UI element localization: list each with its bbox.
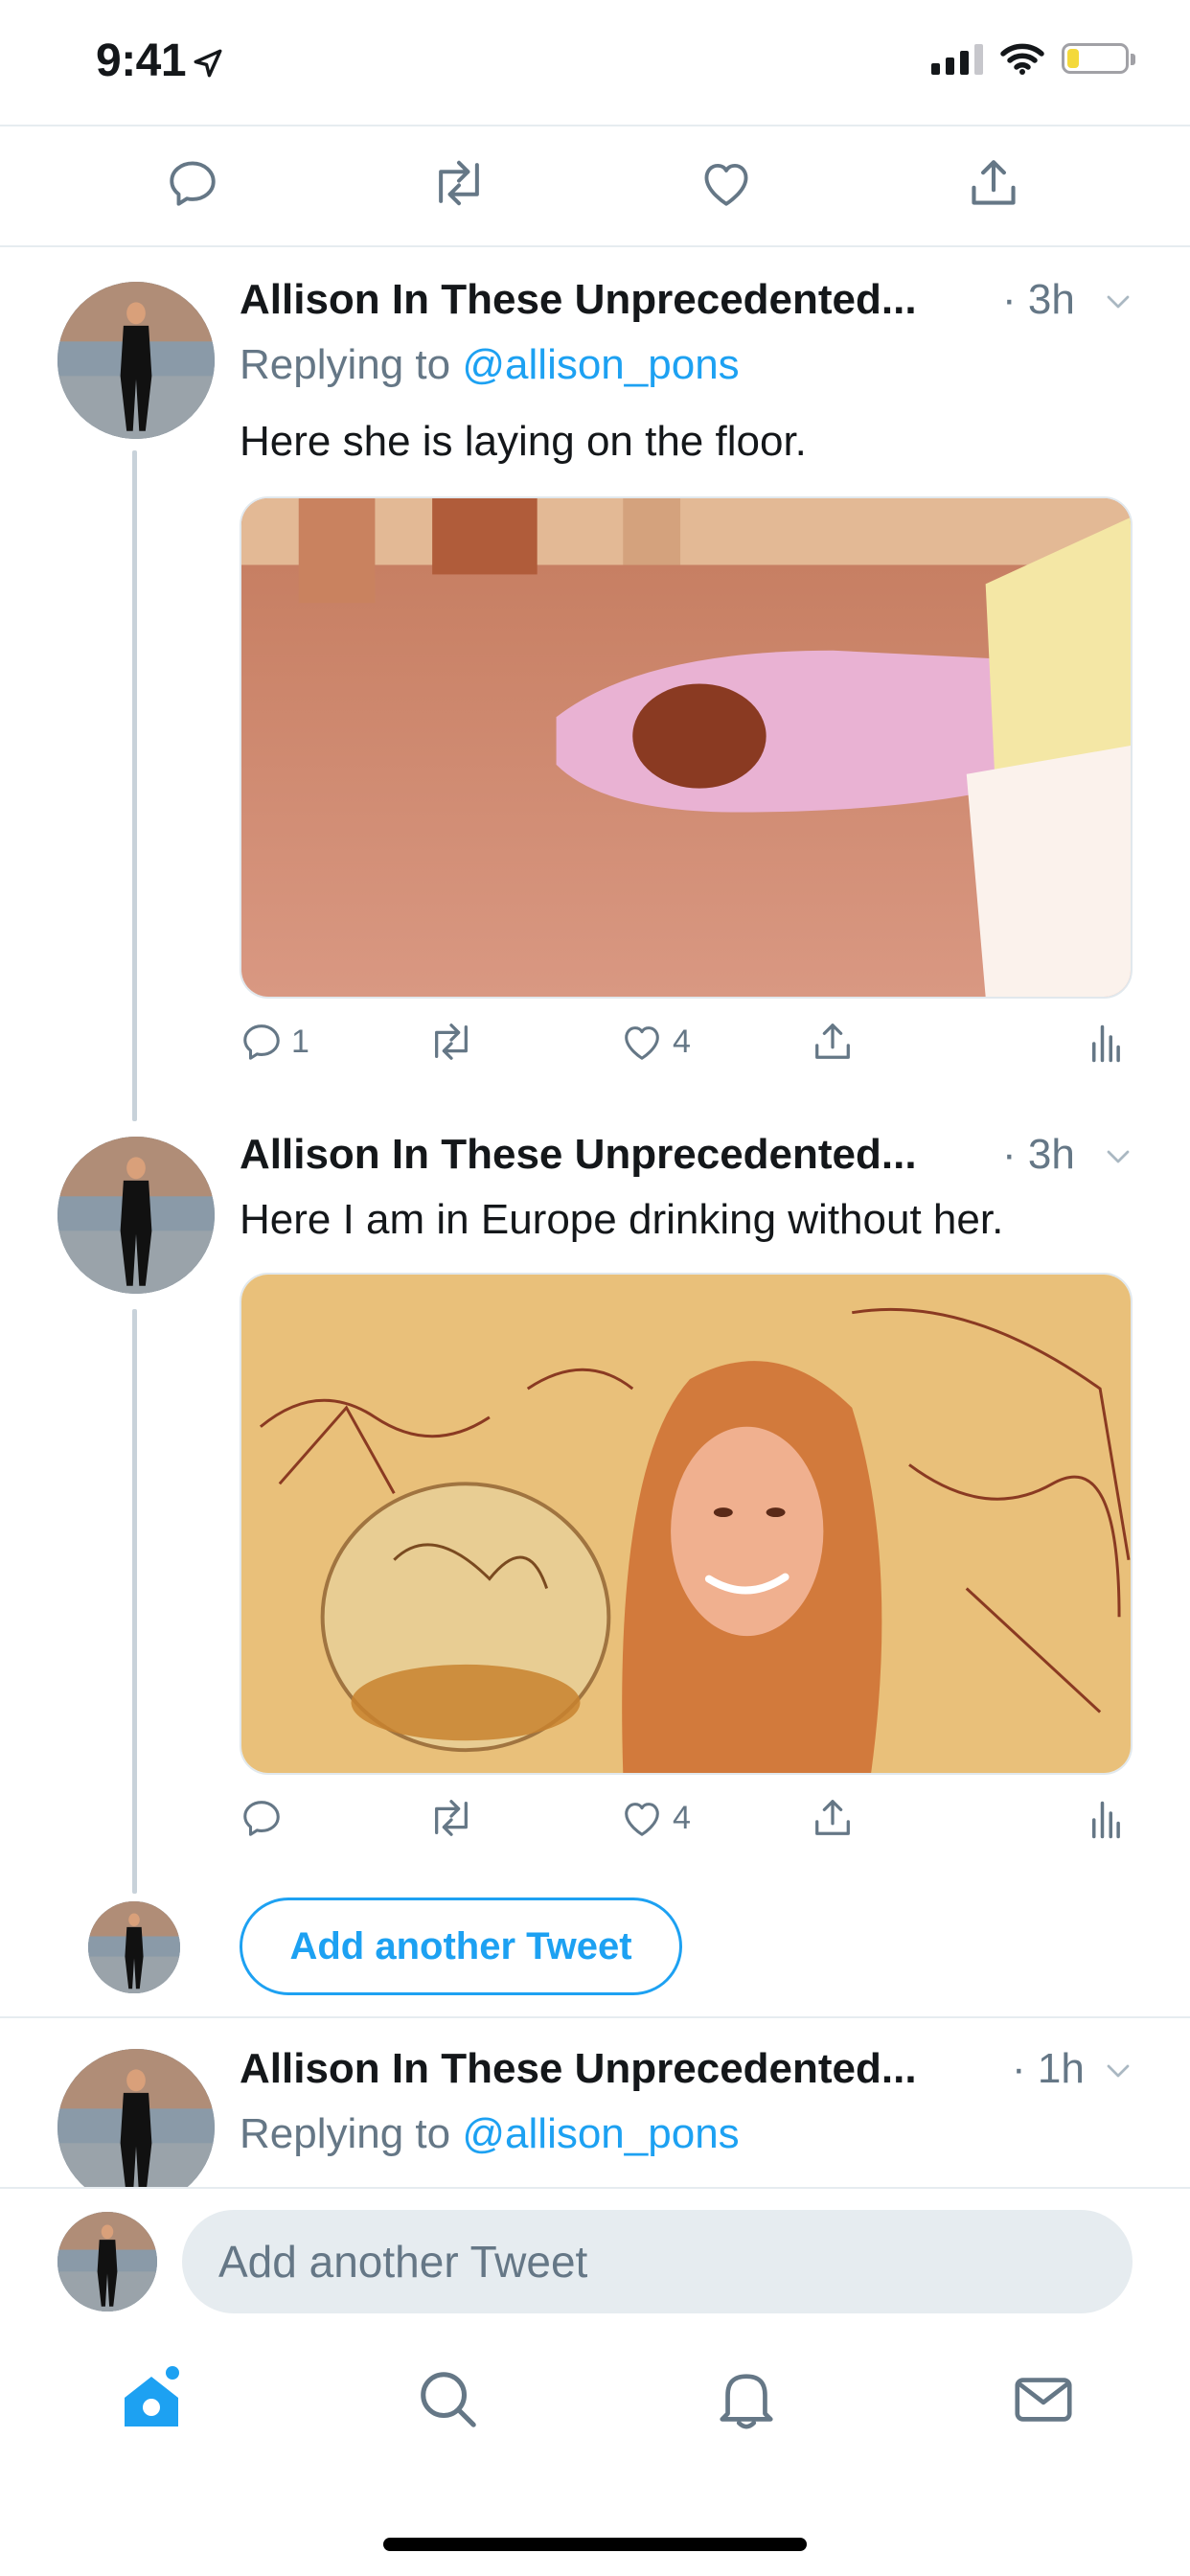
reply-context: Replying to @allison_pons: [240, 2110, 740, 2158]
tweet-timestamp[interactable]: · 3h: [1002, 276, 1075, 324]
tweet-timestamp[interactable]: · 3h: [1002, 1131, 1075, 1179]
reply-icon: [243, 1024, 280, 1060]
avatar[interactable]: [57, 1137, 215, 1294]
share-action[interactable]: [811, 1796, 855, 1840]
location-arrow-icon: [194, 49, 222, 78]
reply-handle-link[interactable]: @allison_pons: [462, 2110, 739, 2157]
avatar[interactable]: [57, 282, 215, 439]
like-count: 4: [673, 1799, 691, 1836]
chevron-down-icon[interactable]: [1104, 2057, 1133, 2085]
tab-notifications[interactable]: [713, 2365, 780, 2437]
tweet-photo[interactable]: [240, 1273, 1133, 1775]
tweet-text: Here she is laying on the floor.: [240, 418, 807, 465]
home-icon: [125, 2366, 179, 2426]
wifi-icon: [1000, 43, 1044, 75]
add-another-tweet-button[interactable]: Add another Tweet: [240, 1898, 682, 1995]
tweet-photo[interactable]: [240, 496, 1133, 999]
reply-prefix: Replying to: [240, 2110, 451, 2157]
retweet-action[interactable]: [425, 1020, 477, 1064]
like-count: 4: [673, 1023, 691, 1060]
analytics-icon: [1092, 1024, 1120, 1063]
share-icon[interactable]: [966, 155, 1021, 216]
analytics-action[interactable]: [1088, 1800, 1123, 1840]
divider: [0, 245, 1190, 247]
cellular-signal-icon: [931, 42, 983, 75]
reply-action[interactable]: [240, 1796, 284, 1840]
analytics-action[interactable]: [1088, 1024, 1123, 1064]
like-icon: [625, 1803, 659, 1836]
share-icon: [815, 1800, 850, 1835]
chevron-down-icon[interactable]: [1104, 288, 1133, 316]
reply-prefix: Replying to: [240, 341, 451, 388]
tweet-author-name[interactable]: Allison In These Unprecedented...: [240, 2045, 917, 2093]
like-icon[interactable]: [698, 155, 755, 216]
mail-icon: [1015, 2378, 1072, 2422]
compose-input[interactable]: Add another Tweet: [182, 2210, 1133, 2313]
reply-icon[interactable]: [165, 155, 220, 216]
tab-messages[interactable]: [1010, 2365, 1077, 2437]
retweet-icon: [435, 1800, 468, 1836]
status-time: 9:41: [96, 34, 224, 87]
search-icon: [421, 2372, 476, 2427]
compose-placeholder: Add another Tweet: [218, 2237, 588, 2287]
retweet-icon[interactable]: [427, 155, 491, 216]
like-action[interactable]: 4: [619, 1796, 691, 1840]
reply-context: Replying to @allison_pons: [240, 341, 740, 389]
status-indicators: [931, 42, 1135, 75]
focused-tweet-actions: [0, 126, 1190, 245]
retweet-action[interactable]: [425, 1796, 477, 1840]
tweet-author-name[interactable]: Allison In These Unprecedented...: [240, 1131, 917, 1179]
battery-icon: [1062, 43, 1135, 74]
reply-action[interactable]: 1: [240, 1020, 309, 1064]
thread-connector: [132, 1309, 137, 1894]
like-action[interactable]: 4: [619, 1020, 691, 1064]
retweet-icon: [435, 1024, 468, 1060]
share-icon: [815, 1024, 850, 1059]
tab-search[interactable]: [414, 2365, 481, 2437]
bell-icon: [720, 2374, 773, 2429]
thread-connector: [132, 450, 137, 1121]
like-icon: [625, 1026, 659, 1060]
reply-icon: [243, 1801, 280, 1836]
tweet-text: Here I am in Europe drinking without her…: [240, 1196, 1004, 1243]
tab-home[interactable]: [117, 2365, 186, 2439]
tweet-timestamp[interactable]: · 1h: [1012, 2045, 1085, 2093]
clock-label: 9:41: [96, 35, 187, 86]
avatar[interactable]: [57, 2049, 215, 2206]
analytics-icon: [1092, 1801, 1120, 1839]
tweet-author-name[interactable]: Allison In These Unprecedented...: [240, 276, 917, 324]
home-indicator[interactable]: [383, 2538, 807, 2551]
chevron-down-icon[interactable]: [1104, 1142, 1133, 1171]
divider: [0, 2016, 1190, 2018]
reply-handle-link[interactable]: @allison_pons: [462, 341, 739, 388]
reply-count: 1: [291, 1023, 309, 1060]
share-action[interactable]: [811, 1020, 855, 1064]
avatar: [57, 2212, 157, 2312]
avatar: [88, 1901, 180, 1993]
